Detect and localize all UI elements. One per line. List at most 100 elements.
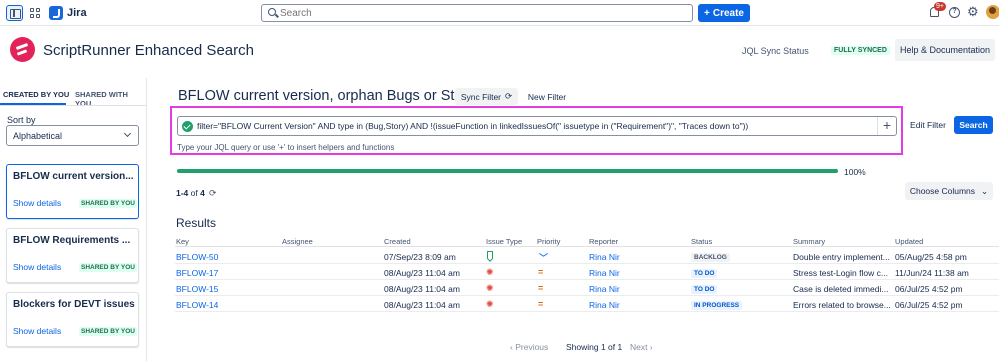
filter-card-name: Blockers for DEVT issues xyxy=(13,299,135,310)
filters-sidebar: CREATED BY YOU SHARED WITH YOU Sort by A… xyxy=(0,78,147,361)
issue-key-link[interactable]: BFLOW-17 xyxy=(176,268,218,278)
column-header-priority[interactable]: Priority xyxy=(537,237,560,246)
search-icon xyxy=(268,8,276,16)
show-details-link[interactable]: Show details xyxy=(13,262,61,272)
filter-card[interactable]: Blockers for DEVT issues Show details SH… xyxy=(6,292,139,347)
column-header-summary[interactable]: Summary xyxy=(793,237,825,246)
column-header-created[interactable]: Created xyxy=(384,237,411,246)
priority-medium-icon: = xyxy=(538,299,544,309)
page-indicator: Showing 1 of 1 xyxy=(566,342,623,352)
table-row: BFLOW-14 08/Aug/23 11:04 am ✺ = Rina Nir… xyxy=(175,296,999,312)
issue-key-link[interactable]: BFLOW-14 xyxy=(176,300,218,310)
table-row: BFLOW-50 07/Sep/23 8:09 am ﹀ Rina Nir BA… xyxy=(175,248,999,264)
column-header-issue-type[interactable]: Issue Type xyxy=(486,237,522,246)
sort-select-value: Alphabetical xyxy=(13,131,63,141)
edit-filter-button[interactable]: Edit Filter xyxy=(907,116,949,134)
result-total: 4 xyxy=(200,188,205,198)
bug-icon: ✺ xyxy=(486,299,494,309)
top-navigation: Jira + Create 9+ ? ⚙ xyxy=(0,0,999,26)
filter-card-name: BFLOW Requirements ... xyxy=(13,235,131,246)
shared-badge: SHARED BY YOU xyxy=(79,263,137,272)
column-header-key[interactable]: Key xyxy=(176,237,189,246)
sort-select[interactable]: Alphabetical xyxy=(6,125,139,146)
chevron-down-icon xyxy=(123,129,132,138)
filter-card-name: BFLOW current version... xyxy=(13,171,134,182)
sidebar-toggle-icon[interactable] xyxy=(6,5,23,21)
progress-label: 100% xyxy=(844,167,866,177)
tabs-divider xyxy=(0,105,146,106)
sort-by-label: Sort by xyxy=(7,115,36,125)
filter-card[interactable]: BFLOW current version... Show details SH… xyxy=(6,164,139,219)
jira-logo-icon[interactable] xyxy=(49,6,63,20)
avatar[interactable] xyxy=(986,5,999,19)
sync-filter-label: Sync Filter xyxy=(460,91,502,102)
bug-icon: ✺ xyxy=(486,267,494,277)
status-badge: IN PROGRESS xyxy=(691,301,743,310)
reporter-link[interactable]: Rina Nir xyxy=(589,268,620,278)
choose-columns-label: Choose Columns xyxy=(909,186,976,196)
column-header-reporter[interactable]: Reporter xyxy=(589,237,618,246)
reporter-link[interactable]: Rina Nir xyxy=(589,284,620,294)
shared-badge: SHARED BY YOU xyxy=(79,327,137,336)
new-filter-button[interactable]: New Filter xyxy=(524,88,570,105)
jql-query-input[interactable]: filter="BFLOW Current Version" AND type … xyxy=(177,116,897,136)
results-heading: Results xyxy=(176,216,217,230)
tab-created-by-you[interactable]: CREATED BY YOU xyxy=(3,90,69,99)
show-details-link[interactable]: Show details xyxy=(13,326,61,336)
result-range: 1-4 xyxy=(176,188,189,198)
choose-columns-button[interactable]: Choose Columns ⌄ xyxy=(905,182,993,200)
story-icon xyxy=(487,251,493,259)
filter-card[interactable]: BFLOW Requirements ... Show details SHAR… xyxy=(6,228,139,283)
shared-badge: SHARED BY YOU xyxy=(79,199,137,208)
help-documentation-button[interactable]: Help & Documentation xyxy=(895,39,995,61)
filter-title: BFLOW current version, orphan Bugs or St… xyxy=(178,88,486,104)
updated-cell: 06/Jul/25 4:52 pm xyxy=(895,284,963,294)
jql-sync-status-label: JQL Sync Status xyxy=(742,46,809,56)
app-switcher-icon[interactable] xyxy=(30,8,40,18)
column-header-status[interactable]: Status xyxy=(691,237,712,246)
notification-count-badge: 9+ xyxy=(934,2,946,11)
previous-page-button[interactable]: ‹ Previous xyxy=(510,342,548,352)
updated-cell: 05/Aug/25 4:58 pm xyxy=(895,252,967,262)
chevron-down-icon: ⌄ xyxy=(981,185,989,196)
refresh-icon[interactable]: ⟳ xyxy=(209,188,217,199)
page-title: ScriptRunner Enhanced Search xyxy=(43,42,254,59)
global-search[interactable] xyxy=(261,4,693,22)
progress-bar xyxy=(177,169,838,173)
priority-medium-icon: = xyxy=(538,267,544,277)
plus-icon: + xyxy=(704,7,710,19)
chevron-left-icon: ‹ xyxy=(510,342,513,352)
summary-cell: Stress test-Login flow c... xyxy=(793,268,888,278)
column-header-updated[interactable]: Updated xyxy=(895,237,923,246)
jql-hint: Type your JQL query or use '+' to insert… xyxy=(177,143,395,152)
column-header-assignee[interactable]: Assignee xyxy=(282,237,313,246)
help-icon[interactable]: ? xyxy=(949,7,960,18)
updated-cell: 06/Jul/25 4:52 pm xyxy=(895,300,963,310)
next-label: Next xyxy=(630,342,648,352)
reporter-link[interactable]: Rina Nir xyxy=(589,300,620,310)
summary-cell: Errors related to browse... xyxy=(793,300,891,310)
show-details-link[interactable]: Show details xyxy=(13,198,61,208)
reporter-link[interactable]: Rina Nir xyxy=(589,252,620,262)
next-page-button[interactable]: Next › xyxy=(630,342,653,352)
summary-cell: Case is deleted immedi... xyxy=(793,284,889,294)
create-button[interactable]: + Create xyxy=(698,4,750,22)
table-header-divider xyxy=(175,246,999,247)
search-button[interactable]: Search xyxy=(954,116,993,134)
issue-key-link[interactable]: BFLOW-50 xyxy=(176,252,218,262)
created-cell: 08/Aug/23 11:04 am xyxy=(384,300,460,310)
summary-cell: Double entry implement... xyxy=(793,252,890,262)
gear-icon[interactable]: ⚙ xyxy=(967,5,979,19)
app-name[interactable]: Jira xyxy=(67,7,87,19)
chevron-right-icon: › xyxy=(649,342,653,352)
insert-helper-plus-icon[interactable]: + xyxy=(877,117,896,135)
global-search-input[interactable] xyxy=(280,6,680,20)
issue-key-link[interactable]: BFLOW-15 xyxy=(176,284,218,294)
jql-query-text[interactable]: filter="BFLOW Current Version" AND type … xyxy=(197,121,748,131)
valid-check-icon xyxy=(182,121,193,132)
sync-filter-button[interactable]: Sync Filter ⟳ xyxy=(455,88,518,105)
result-of: of xyxy=(190,188,198,198)
status-badge: BACKLOG xyxy=(691,253,730,262)
status-badge: TO DO xyxy=(691,269,718,278)
created-cell: 08/Aug/23 11:04 am xyxy=(384,268,460,278)
